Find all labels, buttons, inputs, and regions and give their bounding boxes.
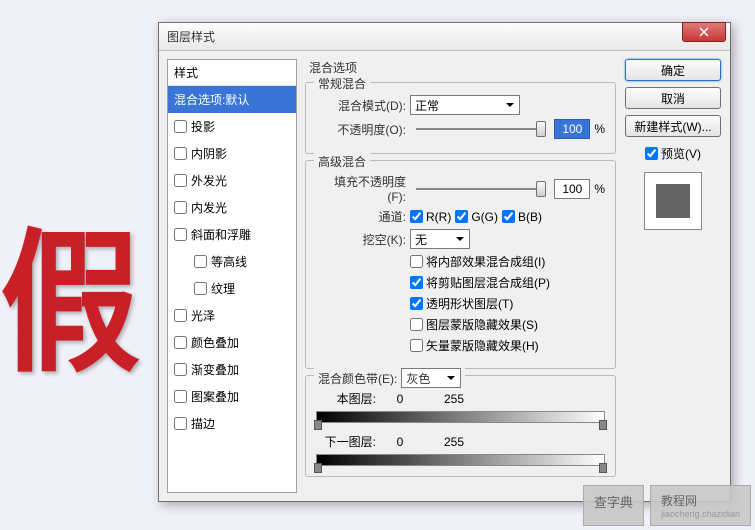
fill-opacity-label: 填充不透明度(F): xyxy=(316,173,406,204)
style-item-1[interactable]: 投影 xyxy=(168,113,296,140)
channels-label: 通道: xyxy=(316,208,406,225)
dialog-title: 图层样式 xyxy=(167,28,215,45)
slider-thumb[interactable] xyxy=(536,181,546,197)
style-checkbox[interactable] xyxy=(174,417,187,430)
style-item-10[interactable]: 渐变叠加 xyxy=(168,356,296,383)
this-high: 255 xyxy=(424,392,484,406)
new-style-button[interactable]: 新建样式(W)... xyxy=(625,115,721,137)
style-checkbox[interactable] xyxy=(194,255,207,268)
transparency-shapes-checkbox[interactable]: 透明形状图层(T) xyxy=(410,295,605,312)
titlebar[interactable]: 图层样式 xyxy=(159,23,730,51)
knockout-select[interactable]: 无 xyxy=(410,229,470,249)
this-layer-gradient[interactable] xyxy=(316,411,605,423)
opacity-label: 不透明度(O): xyxy=(316,121,406,138)
fill-opacity-slider[interactable] xyxy=(416,188,544,190)
gradient-stop-high[interactable] xyxy=(599,463,607,473)
interior-effects-checkbox[interactable]: 将内部效果混合成组(I) xyxy=(410,253,605,270)
style-label: 等高线 xyxy=(211,253,247,270)
layer-style-dialog: 图层样式 样式 混合选项:默认投影内阴影外发光内发光斜面和浮雕等高线纹理光泽颜色… xyxy=(158,22,731,502)
style-item-11[interactable]: 图案叠加 xyxy=(168,383,296,410)
knockout-label: 挖空(K): xyxy=(316,231,406,248)
watermark-box-2: 教程网 jiaocheng.chazidian xyxy=(650,485,751,526)
under-layer-label: 下一图层: xyxy=(316,433,376,450)
style-checkbox[interactable] xyxy=(174,363,187,376)
style-label: 颜色叠加 xyxy=(191,334,239,351)
style-label: 渐变叠加 xyxy=(191,361,239,378)
styles-list-panel: 样式 混合选项:默认投影内阴影外发光内发光斜面和浮雕等高线纹理光泽颜色叠加渐变叠… xyxy=(167,59,297,493)
blend-mode-label: 混合模式(D): xyxy=(316,97,406,114)
style-item-2[interactable]: 内阴影 xyxy=(168,140,296,167)
channel-b-checkbox[interactable]: B(B) xyxy=(502,210,542,224)
this-low: 0 xyxy=(380,392,420,406)
style-checkbox[interactable] xyxy=(174,147,187,160)
cancel-button[interactable]: 取消 xyxy=(625,87,721,109)
style-label: 纹理 xyxy=(211,280,235,297)
style-label: 光泽 xyxy=(191,307,215,324)
clipped-layers-checkbox[interactable]: 将剪贴图层混合成组(P) xyxy=(410,274,605,291)
background-3d-text: 假 xyxy=(0,180,130,402)
gradient-stop-low[interactable] xyxy=(314,420,322,430)
layer-mask-hides-checkbox[interactable]: 图层蒙版隐藏效果(S) xyxy=(410,316,605,333)
general-blend-legend: 常规混合 xyxy=(314,75,370,92)
slider-thumb[interactable] xyxy=(536,121,546,137)
advanced-blend-group: 高级混合 填充不透明度(F): % 通道: R(R) G(G) B(B) 挖空(… xyxy=(305,160,616,369)
blend-if-legend: 混合颜色带(E): 灰色 xyxy=(314,368,465,388)
style-label: 图案叠加 xyxy=(191,388,239,405)
under-layer-gradient[interactable] xyxy=(316,454,605,466)
ok-button[interactable]: 确定 xyxy=(625,59,721,81)
style-label: 内阴影 xyxy=(191,145,227,162)
style-label: 混合选项:默认 xyxy=(174,91,249,108)
style-item-3[interactable]: 外发光 xyxy=(168,167,296,194)
opacity-unit: % xyxy=(594,122,605,136)
style-item-4[interactable]: 内发光 xyxy=(168,194,296,221)
style-item-5[interactable]: 斜面和浮雕 xyxy=(168,221,296,248)
style-checkbox[interactable] xyxy=(174,201,187,214)
close-button[interactable] xyxy=(682,22,726,42)
options-panel: 混合选项 常规混合 混合模式(D): 正常 不透明度(O): % 高级混合 填充… xyxy=(305,59,616,493)
watermark-box-1: 查字典 xyxy=(583,485,644,526)
opacity-input[interactable] xyxy=(554,119,590,139)
preview-checkbox[interactable]: 预览(V) xyxy=(645,145,701,162)
style-item-0[interactable]: 混合选项:默认 xyxy=(168,86,296,113)
style-label: 投影 xyxy=(191,118,215,135)
opacity-slider[interactable] xyxy=(416,128,544,130)
style-item-7[interactable]: 纹理 xyxy=(168,275,296,302)
style-item-12[interactable]: 描边 xyxy=(168,410,296,437)
under-high: 255 xyxy=(424,435,484,449)
fill-opacity-input[interactable] xyxy=(554,179,590,199)
style-checkbox[interactable] xyxy=(174,309,187,322)
close-icon xyxy=(699,27,709,37)
under-low: 0 xyxy=(380,435,420,449)
gradient-stop-low[interactable] xyxy=(314,463,322,473)
style-checkbox[interactable] xyxy=(174,336,187,349)
blend-mode-select[interactable]: 正常 xyxy=(410,95,520,115)
vector-mask-hides-checkbox[interactable]: 矢量蒙版隐藏效果(H) xyxy=(410,337,605,354)
general-blend-group: 常规混合 混合模式(D): 正常 不透明度(O): % xyxy=(305,82,616,154)
style-checkbox[interactable] xyxy=(174,390,187,403)
this-layer-label: 本图层: xyxy=(316,390,376,407)
style-label: 描边 xyxy=(191,415,215,432)
style-checkbox[interactable] xyxy=(194,282,207,295)
style-item-6[interactable]: 等高线 xyxy=(168,248,296,275)
style-checkbox[interactable] xyxy=(174,228,187,241)
blend-options-title: 混合选项 xyxy=(305,59,616,76)
style-item-9[interactable]: 颜色叠加 xyxy=(168,329,296,356)
style-label: 内发光 xyxy=(191,199,227,216)
styles-header: 样式 xyxy=(168,60,296,86)
style-checkbox[interactable] xyxy=(174,174,187,187)
channel-r-checkbox[interactable]: R(R) xyxy=(410,210,451,224)
style-label: 斜面和浮雕 xyxy=(191,226,251,243)
style-checkbox[interactable] xyxy=(174,120,187,133)
style-label: 外发光 xyxy=(191,172,227,189)
style-item-8[interactable]: 光泽 xyxy=(168,302,296,329)
right-button-panel: 确定 取消 新建样式(W)... 预览(V) xyxy=(624,59,722,493)
blend-if-group: 混合颜色带(E): 灰色 本图层: 0 255 下一图层: 0 255 xyxy=(305,375,616,477)
channel-g-checkbox[interactable]: G(G) xyxy=(455,210,498,224)
watermark: 查字典 教程网 jiaocheng.chazidian xyxy=(583,485,751,526)
preview-swatch xyxy=(644,172,702,230)
advanced-blend-legend: 高级混合 xyxy=(314,153,370,170)
gradient-stop-high[interactable] xyxy=(599,420,607,430)
blend-if-select[interactable]: 灰色 xyxy=(401,368,461,388)
fill-unit: % xyxy=(594,182,605,196)
